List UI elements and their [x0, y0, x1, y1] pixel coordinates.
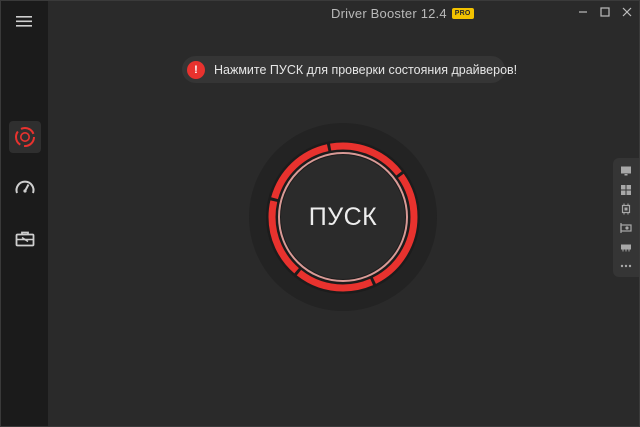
hardware-item-memory[interactable] [619, 240, 633, 254]
hardware-panel [613, 158, 639, 277]
app-window: Driver Booster 12.4 PRO ! Нажмите ПУСК д… [0, 0, 640, 427]
minimize-icon [579, 11, 587, 13]
title-bar: Driver Booster 12.4 PRO [48, 1, 639, 27]
scan-button[interactable]: ПУСК [283, 157, 403, 277]
scan-target-icon [15, 127, 35, 147]
hardware-item-cpu[interactable] [619, 202, 633, 216]
sidebar-item-toolbox[interactable] [9, 223, 41, 255]
alert-icon: ! [187, 60, 205, 79]
menu-button[interactable] [13, 12, 35, 30]
hardware-item-monitor[interactable] [619, 164, 633, 178]
windows-icon [621, 185, 631, 195]
monitor-icon [621, 166, 631, 176]
hardware-item-more[interactable] [619, 259, 633, 273]
hardware-item-gpu[interactable] [619, 221, 633, 235]
graphics-card-icon [620, 223, 632, 233]
pro-badge: PRO [451, 8, 474, 19]
hardware-item-windows[interactable] [619, 183, 633, 197]
sidebar [1, 1, 48, 426]
scan-area: ПУСК [249, 123, 437, 311]
more-dots-icon [620, 264, 632, 268]
minimize-button[interactable] [576, 5, 590, 19]
window-title: Driver Booster 12.4 PRO [331, 6, 474, 21]
notice-text: Нажмите ПУСК для проверки состояния драй… [214, 62, 518, 77]
maximize-button[interactable] [598, 5, 612, 19]
hamburger-menu-icon [16, 16, 32, 27]
scan-notice: ! Нажмите ПУСК для проверки состояния др… [182, 56, 517, 83]
cpu-chip-icon [621, 203, 631, 215]
sidebar-item-boost[interactable] [9, 172, 41, 204]
memory-module-icon [621, 244, 631, 252]
app-title: Driver Booster 12.4 [331, 6, 447, 21]
maximize-icon [600, 7, 610, 17]
scan-label: ПУСК [308, 202, 378, 231]
close-icon [622, 7, 632, 17]
sidebar-item-scan[interactable] [9, 121, 41, 153]
speedometer-icon [15, 180, 35, 194]
toolbox-icon [15, 231, 35, 247]
close-button[interactable] [620, 5, 634, 19]
